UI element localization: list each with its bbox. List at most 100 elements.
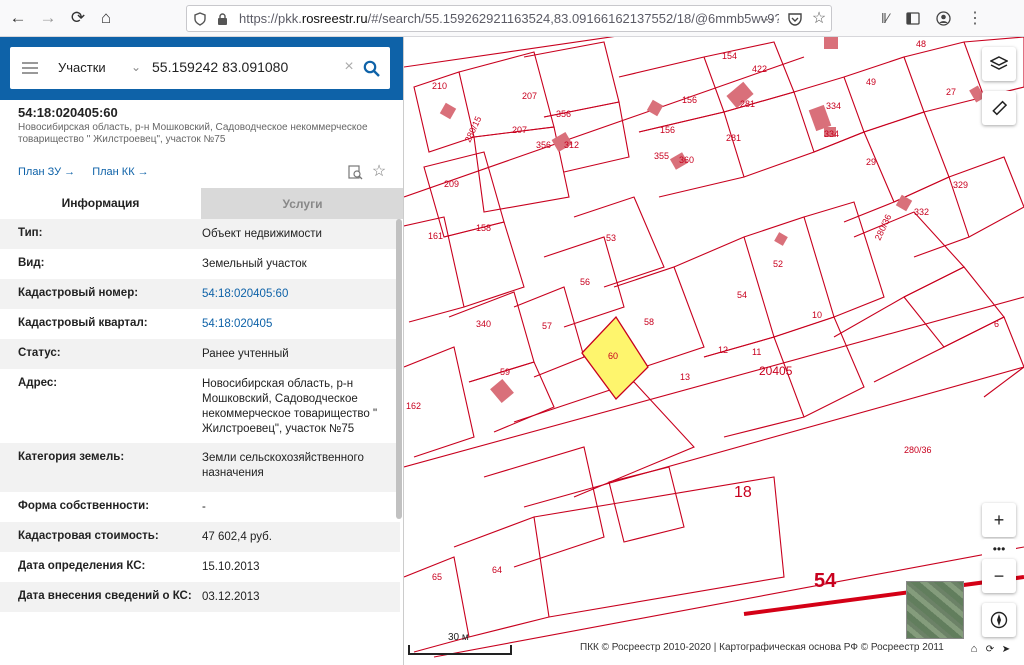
search-input[interactable]: 55.159242 83.091080 (152, 59, 288, 75)
parcel-label: 64 (492, 565, 502, 575)
info-row-link[interactable]: 54:18:020405 (202, 317, 387, 332)
info-row-label: Кадастровый квартал: (18, 317, 148, 329)
info-row-label: Дата внесения сведений о КС: (18, 590, 192, 602)
parcel-label: 356 (536, 140, 551, 150)
library-icon[interactable]: ‖⁄ (876, 10, 894, 26)
info-row: Дата внесения сведений о КС: 03.12.2013 (0, 582, 400, 612)
parcel-label: 332 (914, 207, 929, 217)
parcel-label: 10 (812, 310, 822, 320)
info-row-label: Категория земель: (18, 451, 125, 463)
satellite-thumbnail[interactable] (906, 581, 964, 639)
parcel-label: 53 (606, 233, 616, 243)
favorite-star-icon[interactable]: ☆ (370, 162, 388, 180)
info-row-label: Вид: (18, 257, 45, 269)
search-type-select[interactable]: Участки (58, 60, 106, 75)
ruler-icon (992, 100, 1007, 116)
parcel-label: 54 (737, 290, 747, 300)
browser-toolbar: ← → ⟳ ⌂ https://pkk.rosreestr.ru/#/searc… (0, 0, 1024, 37)
info-row-value: Объект недвижимости (202, 228, 322, 240)
parcel-label: 210 (432, 81, 447, 91)
bookmark-star-icon[interactable]: ☆ (809, 9, 829, 27)
more-icon[interactable]: ••• (982, 539, 1016, 559)
lock-icon[interactable] (215, 11, 229, 27)
compass-button[interactable] (982, 603, 1016, 637)
info-row-value: 47 602,4 руб. (202, 531, 272, 543)
cadastral-map[interactable]: 210 207 207 356 356 312 154 422 156 156 281 281 355 3… (404, 37, 1024, 665)
clear-icon[interactable]: × (340, 58, 358, 76)
parcel-label: 329 (953, 180, 968, 190)
road-label-54: 54 (814, 570, 837, 592)
compass-icon (990, 611, 1008, 629)
shield-icon[interactable] (193, 11, 207, 27)
reload-icon[interactable]: ⟳ (66, 6, 90, 30)
info-row-label: Статус: (18, 347, 61, 359)
parcel-label: 355 (654, 151, 669, 161)
parcel-label: 65 (432, 572, 442, 582)
pocket-icon[interactable] (785, 10, 805, 28)
parcel-label: 207 (512, 125, 527, 135)
measure-button[interactable] (982, 91, 1016, 125)
info-row-label: Дата определения КС: (18, 560, 146, 572)
more-actions-icon[interactable]: ⋯ (757, 10, 777, 28)
parcel-label: 6 (994, 319, 999, 329)
parcel-label: 280/36 (873, 213, 894, 242)
parcel-label: 156 (682, 95, 697, 105)
parcel-label: 334 (826, 101, 841, 111)
zoom-out-button[interactable]: − (982, 559, 1016, 593)
panel-scrollbar[interactable] (396, 219, 402, 519)
account-icon[interactable] (934, 9, 952, 27)
parcel-label: 58 (644, 317, 654, 327)
parcel-label: 312 (564, 140, 579, 150)
parcel-label: 158 (476, 223, 491, 233)
info-row: Тип: Объект недвижимости (0, 219, 400, 249)
info-row: Форма собственности: - (0, 492, 400, 522)
info-row: Кадастровая стоимость: 47 602,4 руб. (0, 522, 400, 552)
back-arrow-icon[interactable]: ← (6, 6, 30, 30)
info-row-value: Новосибирская область, р-н Мошковский, С… (202, 378, 378, 435)
parcel-label: 281 (740, 99, 755, 109)
parcel-label: 60 (608, 351, 618, 361)
sidebar-icon[interactable] (904, 9, 922, 27)
parcel-label: 154 (722, 51, 737, 61)
map-parcels: 210 207 207 356 356 312 154 422 156 156 281 281 355 3… (404, 37, 1024, 658)
hamburger-icon[interactable] (20, 60, 40, 76)
info-row-value: 03.12.2013 (202, 591, 260, 603)
info-row-value: Земли сельскохозяйственного назначения (202, 452, 364, 479)
info-row: Статус: Ранее учтенный (0, 339, 400, 369)
info-row: Дата определения КС: 15.10.2013 (0, 552, 400, 582)
parcel-label: 161 (428, 231, 443, 241)
info-row-label: Кадастровая стоимость: (18, 530, 159, 542)
info-row-link[interactable]: 54:18:020405:60 (202, 287, 387, 302)
tab-info[interactable]: Информация (0, 188, 201, 219)
info-row: Категория земель: Земли сельскохозяйствен… (0, 443, 400, 492)
search-icon[interactable] (360, 57, 382, 79)
parcel-label: 12 (718, 345, 728, 355)
parcel-label: 156 (660, 125, 675, 135)
zoom-in-button[interactable]: + (982, 503, 1016, 537)
menu-icon[interactable]: ⋮ (966, 8, 984, 28)
tab-services[interactable]: Услуги (201, 188, 403, 219)
location-icon[interactable]: ➤ (1000, 643, 1012, 655)
info-row: Кадастровый квартал: 54:18:020405 (0, 309, 400, 339)
address-bar[interactable]: https://pkk.rosreestr.ru/#/search/55.159… (186, 5, 832, 32)
search-bar: Участки ⌄ 55.159242 83.091080 × (0, 37, 403, 100)
home-icon[interactable]: ⌂ (968, 643, 980, 655)
plan-zu-link[interactable]: План ЗУ → (18, 166, 75, 178)
chevron-down-icon[interactable]: ⌄ (128, 59, 144, 75)
plan-kk-link[interactable]: План КК → (92, 166, 148, 178)
parcel-label: 280/15 (463, 115, 484, 144)
parcel-label: 59 (500, 367, 510, 377)
block-label-20405: 20405 (759, 364, 793, 378)
parcel-label: 334 (824, 129, 839, 139)
info-row-label: Тип: (18, 227, 43, 239)
parcel-label: 49 (866, 77, 876, 87)
forward-arrow-icon[interactable]: → (36, 6, 60, 30)
info-row-value: - (202, 501, 206, 513)
layers-button[interactable] (982, 47, 1016, 81)
parcel-label: 280/36 (904, 445, 932, 455)
search-box[interactable]: Участки ⌄ 55.159242 83.091080 × (10, 47, 390, 89)
info-row-label: Адрес: (18, 377, 58, 389)
home-icon[interactable]: ⌂ (94, 6, 118, 30)
search-doc-icon[interactable] (346, 163, 364, 181)
share-icon[interactable]: ⟳ (984, 643, 996, 655)
